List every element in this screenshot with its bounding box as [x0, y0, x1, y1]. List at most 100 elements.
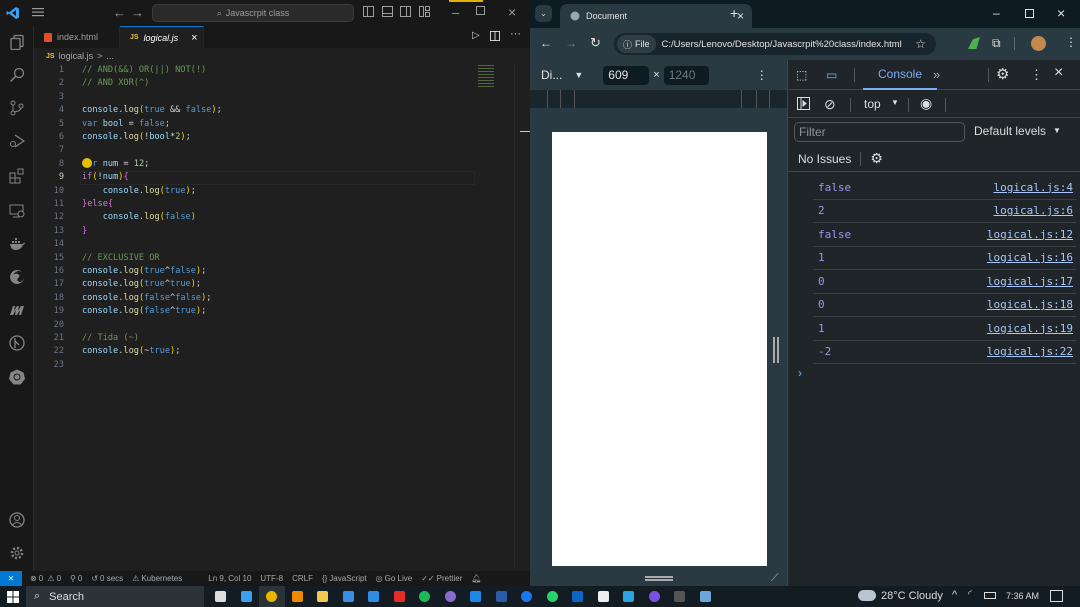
live-expression-eye-icon[interactable]: ◉ — [920, 95, 932, 112]
ports-status[interactable]: ⚲ 0 — [70, 574, 82, 583]
split-editor-icon[interactable] — [490, 31, 500, 41]
code-line[interactable]: console.log(true && false); — [82, 104, 222, 117]
issues-count[interactable]: No Issues — [798, 152, 851, 166]
sidebar-toggle-icon[interactable] — [797, 97, 810, 110]
mail-icon[interactable] — [361, 586, 387, 607]
microsoft-store-icon[interactable] — [336, 586, 362, 607]
filter-input[interactable]: Filter — [794, 122, 965, 142]
youtube-icon[interactable] — [387, 586, 413, 607]
gitlens-icon[interactable] — [7, 333, 27, 353]
close-window-icon[interactable]: × — [1057, 5, 1065, 21]
code-line[interactable]: var num = 12; — [82, 158, 149, 171]
log-source-link[interactable]: logical.js:17 — [987, 275, 1076, 288]
code-line[interactable]: // EXCLUSIVE OR — [82, 252, 160, 265]
show-hidden-icons-chevron[interactable]: ^ — [952, 589, 957, 601]
forward-arrow-icon[interactable]: → — [131, 5, 144, 20]
facebook-icon[interactable] — [514, 586, 540, 607]
notification-center-icon[interactable] — [1050, 590, 1063, 602]
windows-start-icon[interactable] — [0, 586, 26, 607]
back-icon[interactable]: ← — [540, 36, 552, 50]
run-debug-icon[interactable] — [7, 131, 27, 151]
taskbar-search-box[interactable]: ⌕ Search — [26, 586, 204, 607]
battery-icon[interactable] — [984, 592, 996, 599]
capcut-icon[interactable] — [591, 586, 617, 607]
canva-icon[interactable] — [642, 586, 668, 607]
code-line[interactable]: console.log(false) — [82, 211, 196, 224]
docker-icon[interactable] — [7, 234, 27, 254]
run-icon[interactable]: ▷ — [472, 30, 480, 41]
new-tab-icon[interactable]: + — [730, 5, 738, 21]
rendered-page[interactable] — [552, 132, 767, 566]
vlc-icon[interactable] — [285, 586, 311, 607]
issues-settings-icon[interactable]: ⚙ — [870, 150, 883, 167]
inspect-element-icon[interactable]: ⬚ — [796, 68, 807, 82]
encoding-status[interactable]: UTF-8 — [260, 574, 283, 583]
tab-console[interactable]: Console — [863, 60, 937, 90]
accounts-icon[interactable] — [7, 510, 27, 530]
log-source-link[interactable]: logical.js:12 — [987, 228, 1076, 241]
menu-icon[interactable] — [32, 6, 44, 18]
lightbulb-icon[interactable] — [82, 158, 92, 168]
tab-index-html[interactable]: index.html — [34, 26, 120, 48]
resize-handle-bottom[interactable] — [645, 576, 673, 581]
remote-indicator-icon[interactable]: ⨯ — [0, 571, 22, 586]
go-live-button[interactable]: ◎ Go Live — [376, 574, 413, 583]
code-line[interactable]: }else{ — [82, 198, 113, 211]
code-line[interactable]: console.log(!bool*2); — [82, 131, 191, 144]
toggle-primary-sidebar-icon[interactable] — [363, 6, 374, 17]
log-source-link[interactable]: logical.js:19 — [987, 322, 1076, 335]
chrome-menu-icon[interactable]: ⋮ — [1065, 35, 1077, 49]
kubernetes-status[interactable]: ⚠ Kubernetes — [132, 574, 182, 583]
code-line[interactable]: console.log(false^false); — [82, 292, 211, 305]
app-blue-icon[interactable] — [463, 586, 489, 607]
weather-text[interactable]: 28°C Cloudy — [881, 590, 943, 602]
tab-logical-js[interactable]: JS logical.js × — [120, 26, 204, 48]
device-toggle-icon[interactable]: ▭ — [826, 68, 837, 82]
minimap[interactable] — [478, 65, 494, 89]
explorer-icon[interactable] — [7, 32, 27, 52]
context-selector[interactable]: top — [864, 97, 881, 111]
time-tracker-status[interactable]: ↺ 0 secs — [91, 574, 123, 583]
extensions-puzzle-icon[interactable]: ⧉ — [992, 36, 1001, 51]
chrome-icon[interactable] — [259, 586, 285, 607]
resize-corner-icon[interactable]: ⟋ — [771, 572, 779, 585]
task-view-icon[interactable] — [208, 586, 234, 607]
minimize-icon[interactable]: – — [452, 5, 459, 20]
url-text[interactable]: C:/Users/Lenovo/Desktop/Javascrpit%20cla… — [662, 39, 902, 50]
context-dropdown-icon[interactable]: ▼ — [891, 98, 899, 107]
extension-dino-icon[interactable] — [968, 37, 980, 49]
log-source-link[interactable]: logical.js:16 — [987, 251, 1076, 264]
media-player-icon[interactable] — [438, 586, 464, 607]
edge-devtools-icon[interactable] — [7, 267, 27, 287]
customize-layout-icon[interactable] — [419, 6, 430, 17]
settings-gear-icon[interactable] — [7, 543, 27, 563]
close-tab-icon[interactable]: × — [191, 32, 197, 44]
spotify-icon[interactable] — [412, 586, 438, 607]
source-control-icon[interactable] — [7, 98, 27, 118]
mongodb-style-icon[interactable] — [7, 300, 27, 320]
more-actions-icon[interactable]: ··· — [510, 28, 521, 40]
back-arrow-icon[interactable]: ← — [113, 5, 126, 20]
notifications-bell-icon[interactable]: 🔔︎ — [471, 574, 481, 583]
code-line[interactable]: console.log(~true); — [82, 345, 180, 358]
devtools-settings-icon[interactable]: ⚙ — [996, 65, 1009, 83]
close-devtools-icon[interactable]: × — [1054, 64, 1063, 82]
clear-console-icon[interactable]: ⊘ — [824, 96, 836, 113]
linkedin-icon[interactable] — [565, 586, 591, 607]
code-line[interactable]: // Tida (~) — [82, 332, 139, 345]
eol-status[interactable]: CRLF — [292, 574, 313, 583]
close-icon[interactable]: × — [508, 4, 516, 20]
log-source-link[interactable]: logical.js:18 — [987, 298, 1076, 311]
network-app-icon[interactable] — [693, 586, 719, 607]
address-bar[interactable]: ⓘ File C:/Users/Lenovo/Desktop/Javascrpit… — [614, 33, 936, 55]
forward-icon[interactable]: → — [565, 36, 577, 50]
code-line[interactable]: console.log(true^true); — [82, 278, 201, 291]
log-source-link[interactable]: logical.js:6 — [994, 204, 1076, 217]
scrollbar-track[interactable] — [514, 64, 515, 569]
whatsapp-icon[interactable] — [540, 586, 566, 607]
code-line[interactable]: console.log(true); — [82, 185, 196, 198]
viewport-width-input[interactable]: 609 — [603, 65, 650, 85]
kubernetes-icon[interactable] — [7, 367, 27, 387]
maximize-icon[interactable] — [1025, 9, 1034, 18]
clock[interactable]: 7:36 AM — [1006, 591, 1039, 601]
